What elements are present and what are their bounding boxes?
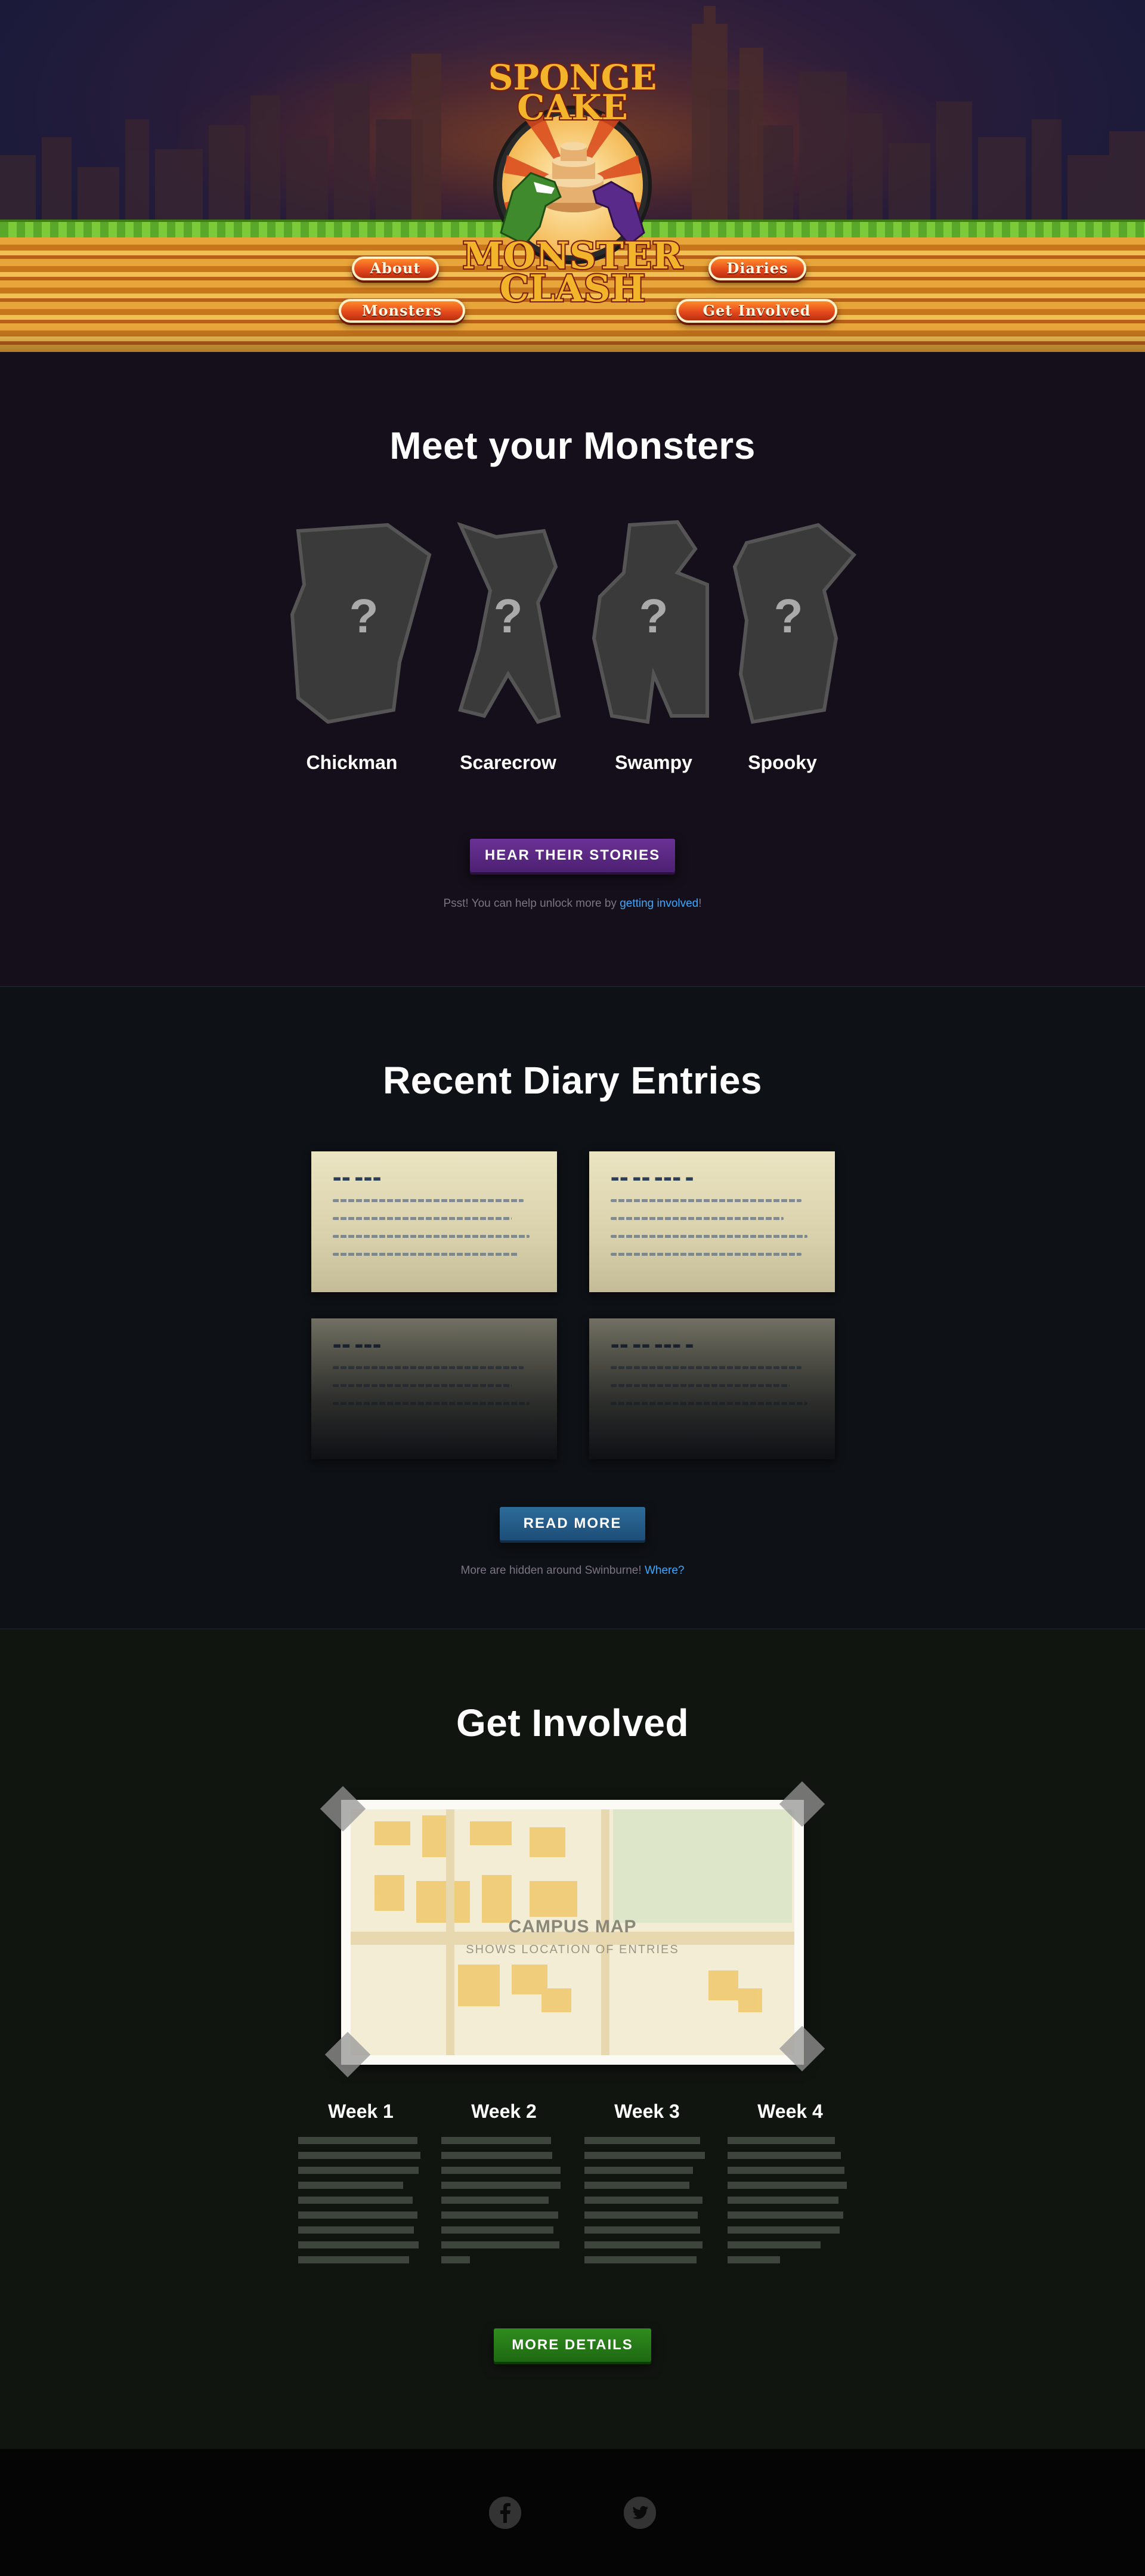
monster-name: Spooky: [748, 752, 817, 773]
where-link[interactable]: Where?: [645, 1564, 685, 1577]
unlock-note-suffix: !: [698, 897, 702, 910]
monster-card-spooky[interactable]: ? Spooky: [729, 519, 860, 773]
diary-title: Recent Diary Entries: [382, 1059, 763, 1102]
monster-name: Scarecrow: [460, 752, 556, 773]
unlock-note-text: Psst! You can help unlock more by: [443, 897, 620, 910]
diary-entry-card-locked: ▬▬ ▬▬▬: [311, 1318, 557, 1459]
get-involved-title: Get Involved: [456, 1701, 689, 1744]
diary-entry-heading: ▬▬ ▬▬ ▬▬▬ ▬: [611, 1340, 695, 1351]
campus-map-label: CAMPUS MAP: [508, 1917, 637, 1936]
campus-map-frame[interactable]: CAMPUS MAP SHOWS LOCATION OF ENTRIES: [320, 1781, 825, 2078]
locked-silhouette-icon: ?: [457, 521, 561, 724]
nav-about-button[interactable]: About: [352, 257, 439, 280]
week-column: Week 3: [584, 2101, 710, 2271]
nav-monsters-button[interactable]: Monsters: [339, 299, 465, 323]
monster-card-chickman[interactable]: ? Chickman: [286, 519, 432, 773]
locked-silhouette-icon: ?: [290, 523, 432, 724]
week-heading: Week 2: [471, 2101, 537, 2122]
logo-line-4: CLASH: [500, 267, 645, 310]
monster-name: Chickman: [306, 752, 398, 773]
twitter-icon[interactable]: [624, 2497, 656, 2529]
more-details-button[interactable]: MORE DETAILS: [494, 2328, 651, 2362]
week-heading: Week 4: [757, 2101, 823, 2122]
unlock-note: Psst! You can help unlock more by gettin…: [0, 897, 1145, 910]
nav-get-involved-button[interactable]: Get Involved: [676, 299, 837, 323]
question-mark: ?: [349, 589, 379, 643]
hear-their-stories-button[interactable]: HEAR THEIR STORIES: [470, 839, 675, 872]
week-heading: Week 3: [614, 2101, 680, 2122]
diary-entry-heading: ▬▬ ▬▬▬: [333, 1173, 382, 1184]
monsters-section: Meet your Monsters ? Chickman ? Scarecro…: [0, 352, 1145, 987]
diary-section: Recent Diary Entries ▬▬ ▬▬▬ ▬▬ ▬▬ ▬▬▬ ▬ …: [0, 987, 1145, 1629]
question-mark: ?: [639, 589, 669, 643]
nav-diaries-button[interactable]: Diaries: [708, 257, 806, 280]
sponge-cake-monster-clash-logo[interactable]: SPONGE CAKE MONSTER CLASH: [441, 54, 704, 316]
week-column: Week 1: [298, 2101, 423, 2271]
monsters-title: Meet your Monsters: [389, 424, 756, 467]
campus-map-subtitle: SHOWS LOCATION OF ENTRIES: [466, 1943, 679, 1956]
campus-map[interactable]: CAMPUS MAP SHOWS LOCATION OF ENTRIES: [341, 1800, 804, 2065]
diary-entry-heading: ▬▬ ▬▬ ▬▬▬ ▬: [611, 1173, 695, 1184]
diary-entry-card[interactable]: ▬▬ ▬▬ ▬▬▬ ▬: [589, 1151, 835, 1292]
facebook-icon[interactable]: [489, 2497, 521, 2529]
question-mark: ?: [774, 589, 803, 643]
footer: [0, 2449, 1145, 2576]
week-column: Week 4: [728, 2101, 853, 2271]
logo-line-2: CAKE: [517, 87, 628, 128]
question-mark: ?: [494, 589, 523, 643]
hidden-entries-note: More are hidden around Swinburne! Where?: [0, 1564, 1145, 1577]
week-column: Week 2: [441, 2101, 567, 2271]
diary-entry-card-locked: ▬▬ ▬▬ ▬▬▬ ▬: [589, 1318, 835, 1459]
getting-involved-link[interactable]: getting involved: [620, 897, 698, 910]
hidden-entries-text: More are hidden around Swinburne!: [460, 1564, 645, 1577]
get-involved-section: Get Involved CAMPUS MAP SHOWS LOCATION O…: [0, 1629, 1145, 2449]
read-more-button[interactable]: READ MORE: [500, 1507, 645, 1540]
monster-card-swampy[interactable]: ? Swampy: [588, 519, 719, 773]
hero-banner: SPONGE CAKE MONSTER CLASH About Monsters…: [0, 0, 1145, 352]
week-heading: Week 1: [328, 2101, 394, 2122]
diary-entry-heading: ▬▬ ▬▬▬: [333, 1340, 382, 1351]
locked-silhouette-icon: ?: [732, 523, 857, 724]
diary-entry-card[interactable]: ▬▬ ▬▬▬: [311, 1151, 557, 1292]
monster-card-scarecrow[interactable]: ? Scarecrow: [448, 519, 580, 773]
locked-silhouette-icon: ?: [592, 520, 709, 724]
